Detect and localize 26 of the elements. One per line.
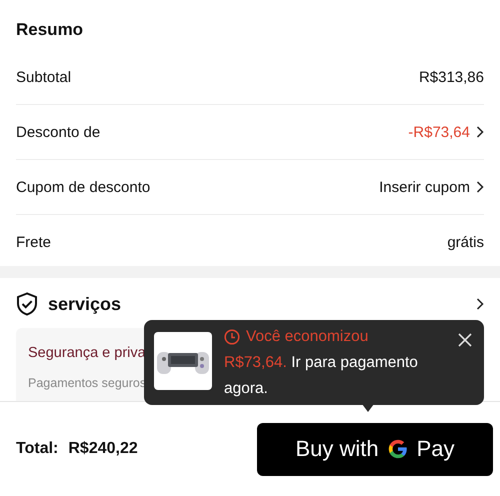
close-icon[interactable] (458, 333, 472, 347)
chevron-icon (476, 181, 484, 193)
shield-check-icon (16, 292, 38, 316)
clock-icon (224, 329, 240, 345)
row-value: grátis (447, 234, 484, 251)
coupon-link[interactable]: Inserir cupom (379, 178, 484, 196)
section-title: Resumo (16, 20, 84, 40)
card-title: Segurança e priva (28, 345, 146, 361)
savings-headline: Você economizou (224, 324, 368, 350)
popup-pointer-icon (362, 404, 374, 412)
row-label: Cupom de desconto (16, 178, 150, 196)
row-label: Subtotal (16, 68, 72, 86)
savings-popup[interactable]: Você economizou R$73,64. Ir para pagamento agora. (144, 320, 484, 405)
row-value: R$313,86 (418, 68, 484, 86)
total-label: Total: (16, 440, 58, 458)
row-label: Frete (16, 234, 52, 251)
savings-message: R$73,64. Ir para pagamento agora. (224, 353, 419, 399)
google-pay-button[interactable]: Buy with Pay (257, 422, 493, 476)
discount-link[interactable]: -R$73,64 (408, 124, 484, 140)
chevron-icon (476, 126, 484, 138)
total-amount: R$240,22 (68, 440, 138, 458)
row-label: Desconto de (16, 124, 100, 140)
google-logo (386, 438, 409, 460)
card-text: Pagamentos seguros (28, 376, 146, 390)
section-title: serviços (48, 294, 122, 314)
chevron-icon[interactable] (476, 298, 484, 310)
